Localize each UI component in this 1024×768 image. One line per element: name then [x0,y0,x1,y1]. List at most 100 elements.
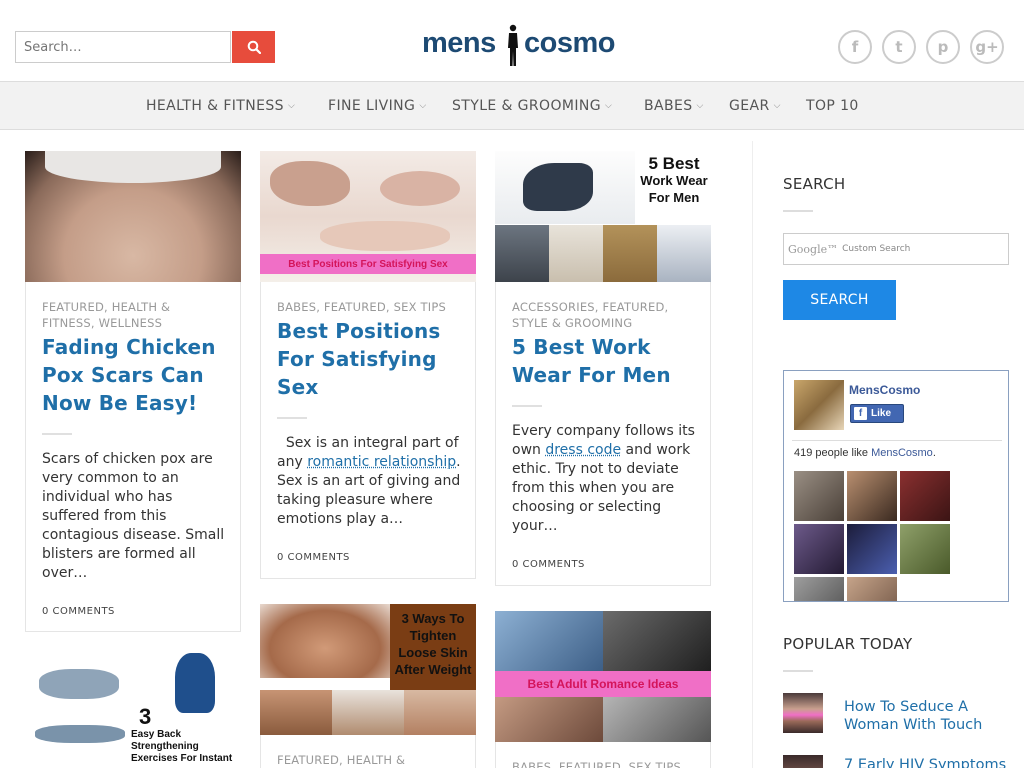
title-line: Fading Chicken [42,335,216,359]
thumbnail-shirt [657,225,711,282]
post-categories[interactable]: FEATURED, HEALTH & FITNESS, WELLNESS [42,299,170,331]
title-line: For Satisfying [277,347,437,371]
title-line: 5 Best Work [512,335,651,359]
main-navigation: HEALTH & FITNESS ⌵ FINE LIVING ⌵ STYLE & G… [0,81,1024,130]
header-search-field[interactable] [15,31,231,63]
post-title[interactable]: Best Positions For Satisfying Sex [277,317,465,401]
popular-post-link[interactable]: How To Seduce A Woman With Touch [844,698,1014,734]
fb-page-name[interactable]: MensCosmo [849,383,920,397]
post-thumbnail[interactable]: 3 Ways To Tighten Loose Skin After Weight [260,604,476,735]
dress-code-link[interactable]: dress code [545,442,621,458]
post-categories[interactable]: ACCESSORIES, FEATURED, STYLE & GROOMING [512,299,668,331]
caption-line: Easy Back [131,729,182,740]
caption-line: Tighten [409,628,457,643]
thumbnail-image [603,611,711,671]
post-categories[interactable]: FEATURED, HEALTH & [277,752,405,768]
thumbnail-image [495,611,603,671]
fb-fan-avatar[interactable] [900,471,950,521]
thumbnail-strip [260,690,476,735]
post-card: Best Adult Romance Ideas BABES, FEATURED… [495,611,711,768]
heading-divider [783,670,813,672]
nav-item-fine-living[interactable]: FINE LIVING ⌵ [328,98,427,114]
count-text: 419 people like [794,447,872,459]
popular-post-link[interactable]: 7 Early HIV Symptoms [844,756,1014,768]
thumbnail-drink [260,690,332,735]
post-thumbnail[interactable] [25,151,241,282]
thumbnail-figure [35,725,125,743]
title-line: Pox Scars Can [42,363,204,387]
custom-search-placeholder: Custom Search [842,244,911,254]
post-excerpt: Scars of chicken pox are very common to … [42,451,225,581]
post-thumbnail[interactable]: 5 Best Work Wear For Men [495,151,711,282]
post-card: FEATURED, HEALTH & FITNESS, WELLNESS Fadi… [25,151,241,632]
pinterest-icon[interactable]: p [926,30,960,64]
fb-fan-avatar[interactable] [794,577,844,601]
nav-item-style-grooming[interactable]: STYLE & GROOMING ⌵ [452,98,612,114]
post-categories[interactable]: BABES, FEATURED, SEX TIPS [512,759,681,768]
popular-thumbnail[interactable] [783,755,823,768]
thumbnail-massage [404,690,476,735]
fb-like-button[interactable]: f Like [850,404,904,423]
count-text: . [932,447,936,459]
thumbnail-suit [495,225,549,282]
nav-item-gear[interactable]: GEAR ⌵ [729,98,781,114]
post-comments-link[interactable]: 0 COMMENTS [277,552,350,563]
header-search-input[interactable] [16,32,230,62]
caption-line: Loose Skin [398,645,468,660]
thumbnail-figure [523,163,593,211]
nav-item-top-10[interactable]: TOP 10 [806,98,859,114]
fb-fan-avatar[interactable] [794,471,844,521]
google-custom-search-input[interactable]: Google™ Custom Search [783,233,1009,265]
google-plus-icon[interactable]: g+ [970,30,1004,64]
romantic-relationship-link[interactable]: romantic relationship [307,454,456,470]
post-comments-link[interactable]: 0 COMMENTS [42,606,115,617]
fb-fan-avatar[interactable] [847,471,897,521]
thumbnail-figure [380,171,460,206]
fb-fan-avatar[interactable] [794,524,844,574]
caption-line: Work Wear [640,173,708,188]
post-excerpt: Every company follows its own dress code… [512,422,700,536]
popular-today-heading: POPULAR TODAY [783,635,913,653]
thumbnail-caption: Best Positions For Satisfying Sex [260,254,476,274]
twitter-icon[interactable]: t [882,30,916,64]
nav-label: GEAR [729,98,770,114]
caption-line: 3 [139,704,152,729]
chevron-down-icon: ⌵ [419,101,427,111]
post-title[interactable]: 5 Best Work Wear For Men [512,333,700,389]
search-icon [247,40,261,54]
fb-page-avatar[interactable] [794,380,844,430]
sidebar-search-button[interactable]: SEARCH [783,280,896,320]
thumbnail-figure [175,653,215,713]
popular-thumbnail[interactable] [783,693,823,733]
nav-item-health-fitness[interactable]: HEALTH & FITNESS ⌵ [146,98,295,114]
post-categories[interactable]: BABES, FEATURED, SEX TIPS [277,299,446,315]
fb-fan-avatar[interactable] [900,524,950,574]
thumbnail-strip [495,225,711,282]
fb-fan-avatar[interactable] [847,577,897,601]
post-card: 5 Best Work Wear For Men ACCESSORIES, FEAT… [495,151,711,586]
nav-item-babes[interactable]: BABES ⌵ [644,98,704,114]
post-thumbnail[interactable]: Best Positions For Satisfying Sex [260,151,476,282]
chevron-down-icon: ⌵ [605,101,613,111]
sidebar-search-heading: SEARCH [783,175,846,193]
header-search-button[interactable] [232,31,275,63]
post-title[interactable]: Fading Chicken Pox Scars Can Now Be Easy! [42,333,230,417]
fb-fan-avatar[interactable] [847,524,897,574]
post-comments-link[interactable]: 0 COMMENTS [512,559,585,570]
post-card: 3 Easy Back Strengthening Exercises For Ins… [25,647,241,768]
caption-line: Strengthening [131,741,199,752]
logo-man-figure-icon [508,24,518,66]
fb-like-count: 419 people like MensCosmo. [794,447,936,459]
post-thumbnail[interactable]: 3 Easy Back Strengthening Exercises For Ins… [25,647,241,768]
chevron-down-icon: ⌵ [773,101,781,111]
facebook-like-box: MensCosmo f Like 419 people like MensCosm… [783,370,1009,602]
logo-text-left: mens [422,27,496,59]
facebook-icon[interactable]: f [838,30,872,64]
site-logo[interactable]: mens cosmo [422,24,615,69]
post-thumbnail[interactable]: Best Adult Romance Ideas [495,611,711,742]
category-line: FEATURED, HEALTH & [42,300,171,314]
heading-divider [783,210,813,212]
post-card: 3 Ways To Tighten Loose Skin After Weight F… [260,604,476,768]
count-page-link[interactable]: MensCosmo [871,447,933,459]
fb-divider [792,440,1002,441]
